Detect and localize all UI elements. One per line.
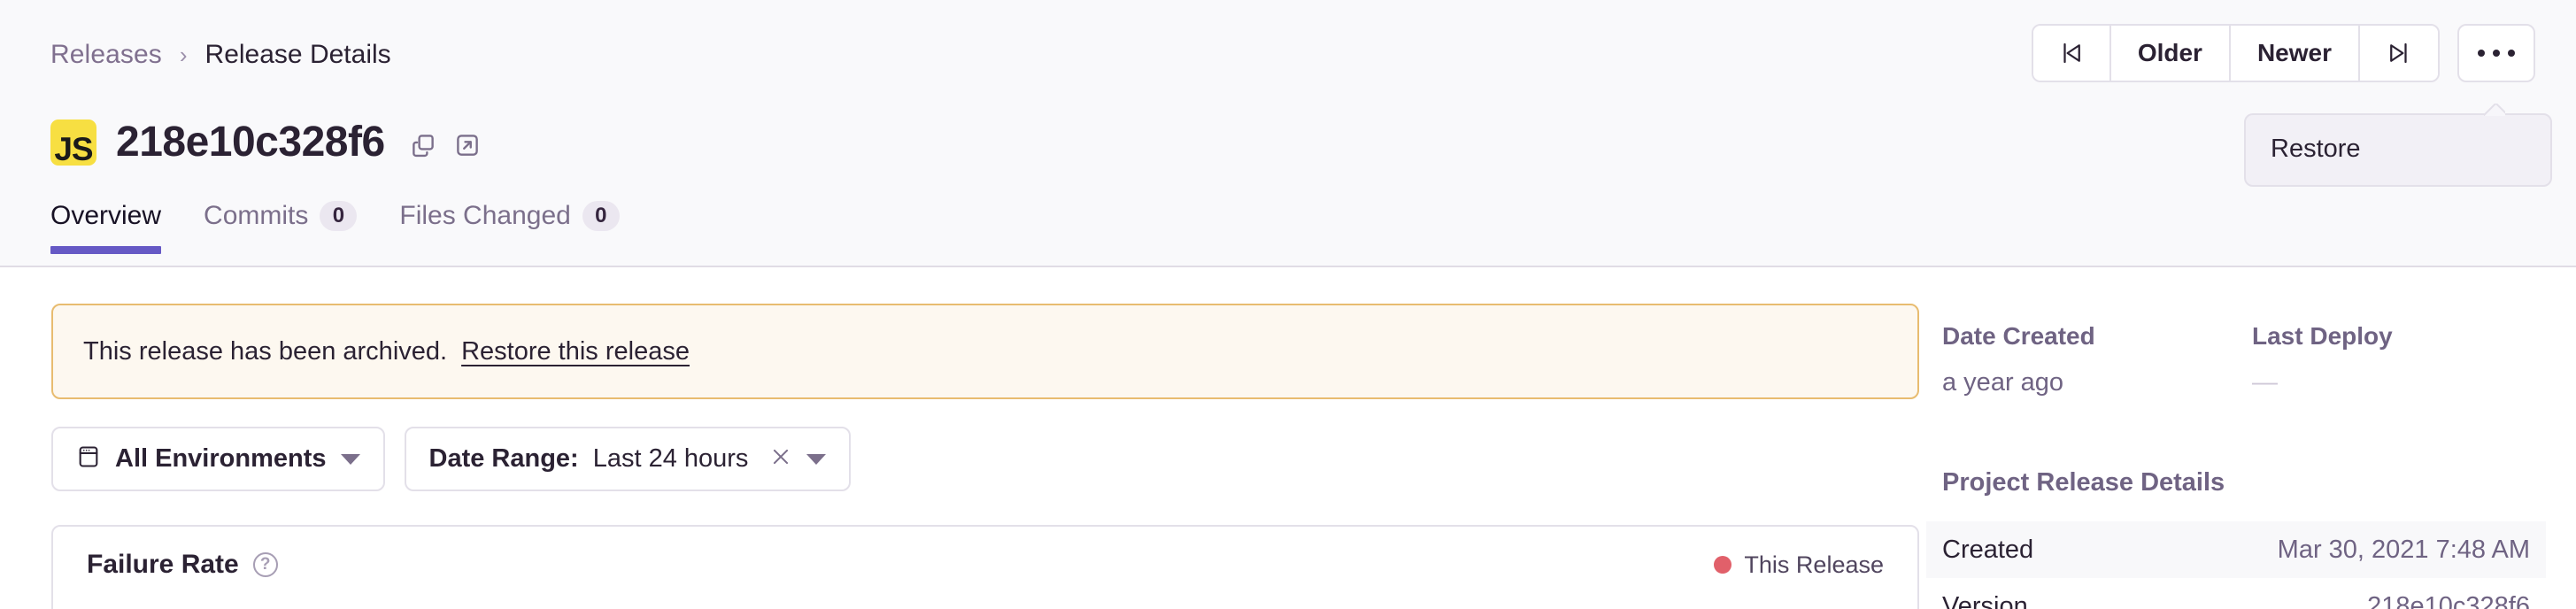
date-range-filter[interactable]: Date Range: Last 24 hours	[404, 427, 852, 491]
row-key-created: Created	[1942, 535, 2034, 564]
failure-rate-title: Failure Rate	[87, 550, 239, 579]
tab-commits-label: Commits	[204, 201, 309, 230]
tab-commits[interactable]: Commits 0	[204, 201, 358, 254]
newer-button[interactable]: Newer	[2230, 26, 2360, 81]
more-actions-button[interactable]	[2457, 24, 2535, 82]
meta-date-created-value: a year ago	[1942, 368, 2064, 397]
environment-filter[interactable]: All Environments	[51, 427, 385, 491]
archived-banner: This release has been archived. Restore …	[51, 304, 1919, 399]
release-nav-controls: Older Newer	[2031, 24, 2535, 82]
chevron-down-icon	[340, 453, 360, 465]
tab-files-changed-label: Files Changed	[399, 201, 571, 230]
failure-rate-title-wrap: Failure Rate ?	[87, 550, 278, 580]
tab-commits-count: 0	[320, 201, 358, 231]
tab-files-changed-count: 0	[582, 201, 620, 231]
meta-date-created-label: Date Created	[1942, 322, 2095, 350]
project-release-details-heading: Project Release Details	[1942, 468, 2225, 497]
breadcrumb-separator-icon: ›	[179, 42, 188, 68]
close-icon[interactable]	[769, 445, 792, 473]
release-details-page: Releases › Release Details JS 218e10c328…	[0, 0, 2576, 609]
tab-files-changed[interactable]: Files Changed 0	[399, 201, 620, 254]
failure-rate-card: Failure Rate ? This Release	[51, 525, 1919, 609]
release-pagination-group: Older Newer	[2031, 24, 2440, 82]
ellipsis-icon	[2508, 50, 2515, 57]
breadcrumb-current: Release Details	[204, 40, 391, 69]
tab-bar: Overview Commits 0 Files Changed 0	[50, 201, 662, 254]
dropdown-arrow	[2484, 104, 2505, 116]
more-actions-dropdown: Restore	[2244, 113, 2552, 187]
dropdown-item-restore[interactable]: Restore	[2246, 129, 2550, 169]
release-title-row: JS 218e10c328f6	[50, 118, 482, 166]
date-range-value: Last 24 hours	[592, 444, 749, 473]
skip-to-newest-icon[interactable]	[2360, 26, 2438, 81]
row-value-version: 218e10c328f6	[2367, 591, 2530, 609]
platform-badge-js: JS	[50, 119, 96, 166]
release-meta-grid: Date Created a year ago Last Deploy —	[1942, 322, 2562, 397]
row-key-version: Version	[1942, 591, 2028, 609]
restore-this-release-link[interactable]: Restore this release	[461, 337, 690, 366]
tab-overview[interactable]: Overview	[50, 201, 162, 254]
skip-to-oldest-icon[interactable]	[2032, 26, 2111, 81]
window-icon	[76, 444, 101, 474]
meta-last-deploy-label: Last Deploy	[2252, 322, 2393, 350]
breadcrumb: Releases › Release Details	[50, 40, 391, 70]
chart-legend: This Release	[1714, 551, 1884, 579]
legend-label-this-release: This Release	[1744, 551, 1884, 578]
copy-icon[interactable]	[408, 130, 438, 160]
meta-date-created: Date Created a year ago	[1942, 322, 2252, 397]
meta-last-deploy-value: —	[2252, 368, 2278, 397]
project-release-details-table: Created Mar 30, 2021 7:48 AM Version 218…	[1926, 521, 2546, 609]
older-button[interactable]: Older	[2110, 26, 2231, 81]
legend-color-swatch	[1714, 556, 1732, 574]
page-header: Releases › Release Details JS 218e10c328…	[0, 0, 2576, 267]
filter-bar: All Environments Date Range: Last 24 hou…	[51, 427, 852, 491]
archived-banner-message: This release has been archived.	[83, 336, 448, 366]
page-title: 218e10c328f6	[116, 119, 385, 166]
ellipsis-icon	[2493, 50, 2500, 57]
page-body: This release has been archived. Restore …	[0, 269, 2576, 609]
question-mark-icon[interactable]: ?	[252, 552, 278, 577]
tab-overview-label: Overview	[50, 201, 162, 230]
external-link-icon[interactable]	[452, 130, 482, 160]
environment-filter-label: All Environments	[115, 444, 327, 473]
table-row: Version 218e10c328f6	[1926, 578, 2546, 609]
breadcrumb-releases-link[interactable]: Releases	[50, 40, 162, 70]
failure-rate-card-header: Failure Rate ? This Release	[53, 527, 1917, 580]
row-value-created: Mar 30, 2021 7:48 AM	[2277, 535, 2530, 564]
ellipsis-icon	[2478, 50, 2485, 57]
chevron-down-icon	[806, 453, 827, 465]
date-range-label: Date Range:	[428, 444, 579, 473]
table-row: Created Mar 30, 2021 7:48 AM	[1926, 521, 2546, 578]
meta-last-deploy: Last Deploy —	[2252, 322, 2562, 397]
